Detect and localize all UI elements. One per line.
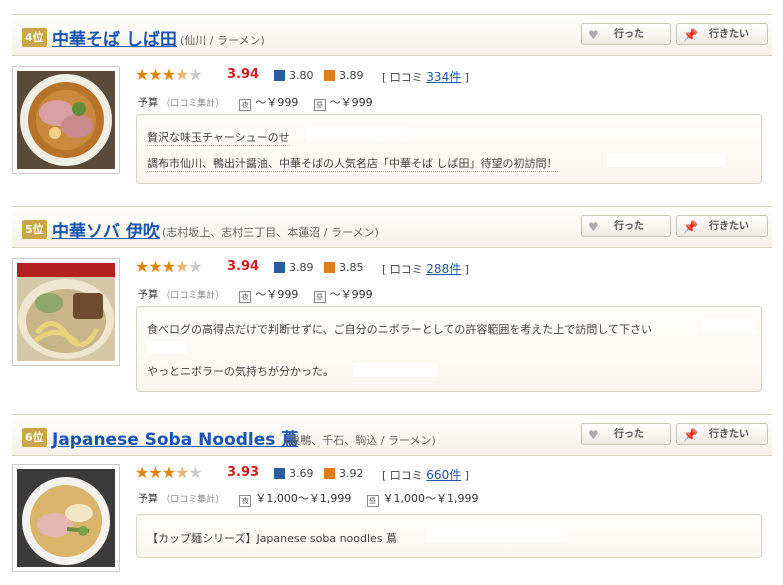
heart-icon: ♥ [588, 428, 599, 442]
review-count-link[interactable]: 660件 [426, 468, 461, 482]
comment-line[interactable]: 【カップ麺シリーズ】Japanese soba noodles 蔦 [147, 530, 397, 546]
want-to-go-button[interactable]: 📌 行きたい [676, 215, 768, 237]
pin-icon: 📌 [683, 428, 698, 442]
restaurant-area: (志村坂上、志村三丁目、本蓮沼 / ラーメン) [162, 226, 379, 239]
score-value: 3.94 [227, 67, 260, 82]
sun-icon [324, 70, 335, 81]
review-count-link[interactable]: 288件 [426, 262, 461, 276]
rating-stars: ★★★★★ [135, 257, 203, 276]
restaurant-area: (巣鴨、千石、駒込 / ラーメン) [285, 434, 436, 447]
pin-icon: 📌 [683, 220, 698, 234]
restaurant-photo[interactable] [12, 66, 120, 174]
restaurant-name-link[interactable]: 中華ソバ 伊吹 [52, 217, 160, 242]
rating-stars: ★★★★★ [135, 65, 203, 84]
dinner-price-icon: 夜 [239, 495, 252, 507]
heart-icon: ♥ [588, 28, 599, 42]
dinner-price-icon: 夜 [239, 99, 252, 111]
score-value: 3.94 [227, 259, 260, 274]
rank-badge: 5位 [22, 220, 47, 239]
comment-line[interactable]: 食べログの高得点だけで判断せずに、ご自分のニボラーとしての許容範囲を考えた上で訪… [147, 321, 652, 337]
ramen-photo [17, 71, 115, 169]
ramen-photo [17, 469, 115, 567]
budget-row: 予算 （口コミ集計） 夜～￥999 昼～￥999 [138, 96, 373, 111]
review-snippet[interactable]: 【カップ麺シリーズ】Japanese soba noodles 蔦 [136, 514, 762, 558]
restaurant-photo[interactable] [12, 464, 120, 572]
rating-stars: ★★★★★ [135, 463, 203, 482]
budget-row: 予算 （口コミ集計） 夜～￥999 昼～￥999 [138, 288, 373, 303]
heart-icon: ♥ [588, 220, 599, 234]
pin-icon: 📌 [683, 28, 698, 42]
lunch-price-icon: 昼 [313, 99, 326, 111]
went-button[interactable]: ♥ 行った [581, 23, 671, 45]
lunch-score: 3.89 [324, 69, 364, 82]
restaurant-photo[interactable] [12, 258, 120, 366]
lunch-price-icon: 昼 [313, 291, 326, 303]
review-count-link[interactable]: 334件 [426, 70, 461, 84]
rank-badge: 6位 [22, 428, 47, 447]
review-count: [ 口コミ 660件 ] [382, 468, 469, 482]
comment-line[interactable]: やっとニボラーの気持ちが分かった。 [147, 363, 334, 379]
comment-line[interactable]: 贅沢な味玉チャーシューのせ [147, 129, 290, 146]
went-button[interactable]: ♥ 行った [581, 423, 671, 445]
score-value: 3.93 [227, 465, 260, 480]
dinner-score: 3.69 [274, 467, 314, 480]
restaurant-entry: 4位 中華そば しば田 (仙川 / ラーメン) ♥ 行った 📌 行きたい ★★★… [12, 14, 772, 194]
went-button[interactable]: ♥ 行った [581, 215, 671, 237]
moon-icon [274, 262, 285, 273]
review-snippet[interactable]: 食べログの高得点だけで判断せずに、ご自分のニボラーとしての許容範囲を考えた上で訪… [136, 306, 762, 392]
restaurant-name-link[interactable]: 中華そば しば田 [52, 25, 177, 50]
restaurant-area: (仙川 / ラーメン) [180, 34, 265, 47]
lunch-score: 3.85 [324, 261, 364, 274]
restaurant-name-link[interactable]: Japanese Soba Noodles 蔦 [52, 425, 298, 450]
dinner-score: 3.89 [274, 261, 314, 274]
restaurant-entry: 6位 Japanese Soba Noodles 蔦 (巣鴨、千石、駒込 / ラ… [12, 414, 772, 585]
entry-header: 5位 中華ソバ 伊吹 (志村坂上、志村三丁目、本蓮沼 / ラーメン) ♥ 行った… [12, 206, 772, 248]
want-to-go-button[interactable]: 📌 行きたい [676, 423, 768, 445]
dinner-score: 3.80 [274, 69, 314, 82]
sun-icon [324, 262, 335, 273]
budget-row: 予算 （口コミ集計） 夜 ￥1,000～￥1,999 昼 ￥1,000～￥1,999 [138, 492, 479, 507]
ramen-photo [17, 263, 115, 361]
restaurant-entry: 5位 中華ソバ 伊吹 (志村坂上、志村三丁目、本蓮沼 / ラーメン) ♥ 行った… [12, 206, 772, 400]
moon-icon [274, 70, 285, 81]
review-count: [ 口コミ 288件 ] [382, 262, 469, 276]
lunch-price-icon: 昼 [366, 495, 379, 507]
sun-icon [324, 468, 335, 479]
review-snippet[interactable]: 贅沢な味玉チャーシューのせ 調布市仙川、鴨出汁醤油、中華そばの人気名店「中華そば… [136, 114, 762, 184]
want-to-go-button[interactable]: 📌 行きたい [676, 23, 768, 45]
comment-line[interactable]: 調布市仙川、鴨出汁醤油、中華そばの人気名店「中華そば しば田」待望の初訪問！ [147, 155, 558, 172]
review-count: [ 口コミ 334件 ] [382, 70, 469, 84]
moon-icon [274, 468, 285, 479]
entry-header: 4位 中華そば しば田 (仙川 / ラーメン) ♥ 行った 📌 行きたい [12, 14, 772, 56]
entry-header: 6位 Japanese Soba Noodles 蔦 (巣鴨、千石、駒込 / ラ… [12, 414, 772, 456]
lunch-score: 3.92 [324, 467, 364, 480]
rank-badge: 4位 [22, 28, 47, 47]
dinner-price-icon: 夜 [239, 291, 252, 303]
